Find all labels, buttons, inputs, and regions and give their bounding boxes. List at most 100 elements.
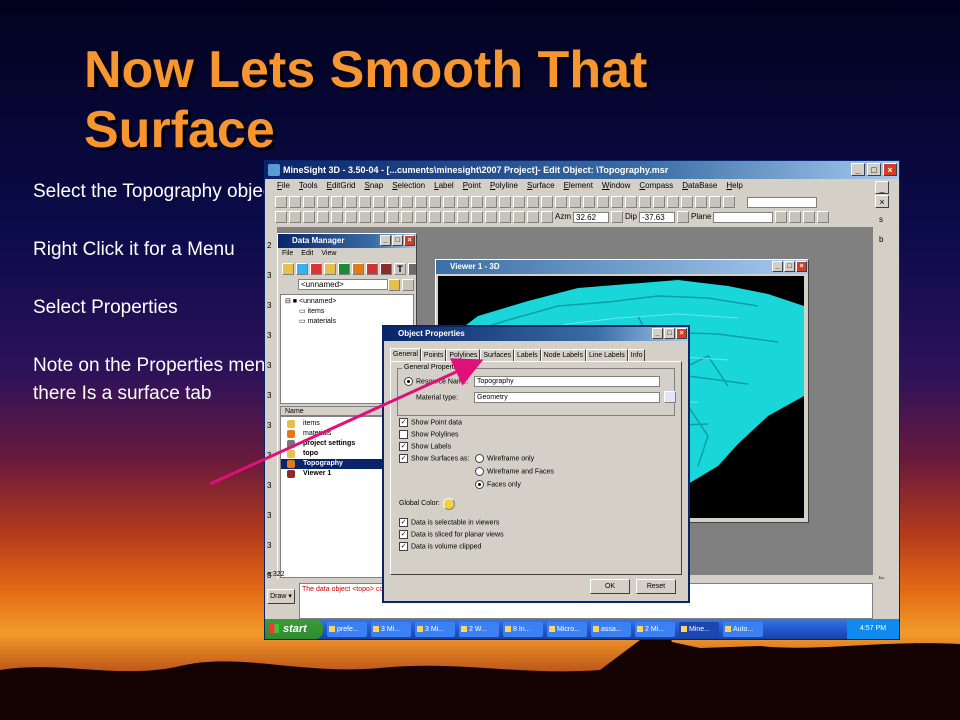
undo-icon[interactable] [359, 196, 371, 208]
close-button[interactable]: × [404, 235, 415, 246]
tool-icon[interactable] [639, 196, 651, 208]
selectable-in-viewers-checkbox[interactable]: ✓ Data is selectable in viewers [399, 518, 499, 528]
tool-icon[interactable] [653, 196, 665, 208]
tool-icon[interactable] [317, 211, 329, 223]
minimize-button[interactable]: _ [772, 261, 783, 272]
maximize-button[interactable]: □ [392, 235, 403, 246]
tool-icon[interactable] [625, 196, 637, 208]
draw-button[interactable]: Draw ▾ [267, 589, 295, 604]
taskbar-item[interactable]: assa... [591, 621, 631, 637]
taskbar-item[interactable]: 2 W... [459, 621, 499, 637]
grid-object-icon[interactable] [338, 263, 350, 275]
plane-select[interactable] [713, 211, 774, 223]
tool-icon[interactable] [681, 196, 693, 208]
taskbar-item[interactable]: 8 In... [503, 621, 543, 637]
help-icon[interactable] [331, 196, 343, 208]
menu-database[interactable]: DataBase [682, 179, 717, 193]
tool-icon[interactable] [429, 196, 441, 208]
data-manager-titlebar[interactable]: Data Manager _ □ × [278, 234, 416, 248]
viewer-icon[interactable] [380, 263, 392, 275]
new-icon[interactable] [275, 196, 287, 208]
open-icon[interactable] [289, 196, 301, 208]
tool-icon[interactable] [611, 196, 623, 208]
maximize-button[interactable]: □ [867, 163, 881, 176]
grid-icon[interactable] [387, 196, 399, 208]
menu-polyline[interactable]: Polyline [490, 179, 518, 193]
tool-icon[interactable] [485, 211, 497, 223]
material-type-radio[interactable]: Material type: [404, 393, 458, 403]
wireframe-and-faces-radio[interactable]: Wireframe and Faces [475, 467, 554, 477]
tool-icon[interactable] [541, 211, 553, 223]
add-icon[interactable] [296, 263, 308, 275]
tab-points[interactable]: Points [420, 349, 447, 361]
tool-icon[interactable] [597, 196, 609, 208]
tool-icon[interactable] [499, 211, 511, 223]
close-button[interactable]: × [796, 261, 807, 272]
save-icon[interactable] [402, 279, 414, 291]
azm-input[interactable]: 32.62 [573, 211, 609, 223]
taskbar-item[interactable]: prefe... [327, 621, 367, 637]
delete-icon[interactable] [401, 196, 413, 208]
menu-element[interactable]: Element [564, 179, 593, 193]
maximize-button[interactable]: □ [664, 328, 675, 339]
folder-icon[interactable] [282, 263, 294, 275]
menu-compass[interactable]: Compass [639, 179, 673, 193]
tool-icon[interactable] [583, 196, 595, 208]
text-icon[interactable]: T [394, 263, 406, 275]
tab-polylines[interactable]: Polylines [446, 349, 481, 361]
wireframe-only-radio[interactable]: Wireframe only [475, 454, 534, 464]
properties-icon[interactable] [366, 263, 378, 275]
dm-menu-edit[interactable]: Edit [301, 250, 313, 257]
tool-icon[interactable] [555, 196, 567, 208]
tool-icon[interactable] [709, 196, 721, 208]
tab-node-labels[interactable]: Node Labels [540, 349, 586, 361]
show-polylines-checkbox[interactable]: Show Polylines [399, 430, 458, 440]
tool-icon[interactable] [457, 211, 469, 223]
dialog-titlebar[interactable]: Object Properties _ □ × [384, 327, 688, 341]
tool-icon[interactable] [803, 211, 816, 223]
tool-icon[interactable] [485, 196, 497, 208]
mdi-close-button[interactable]: × [875, 195, 889, 208]
dm-menu-view[interactable]: View [321, 250, 336, 257]
open-folder-icon[interactable] [388, 279, 400, 291]
minimize-button[interactable]: _ [851, 163, 865, 176]
tool-icon[interactable] [513, 196, 525, 208]
resource-name-radio[interactable]: Resource Name: [404, 377, 469, 387]
ok-button[interactable]: OK [590, 579, 630, 594]
spin-icon[interactable] [677, 211, 690, 223]
tool-icon[interactable] [401, 211, 413, 223]
taskbar-item[interactable]: 3 Mi... [415, 621, 455, 637]
menu-selection[interactable]: Selection [392, 179, 425, 193]
tool-icon[interactable] [513, 211, 525, 223]
palette-icon[interactable] [443, 498, 455, 510]
delete-icon[interactable] [408, 263, 416, 275]
tool-icon[interactable] [415, 196, 427, 208]
tree-node-materials[interactable]: ▭ materials [299, 317, 336, 327]
show-surfaces-checkbox[interactable]: ✓ Show Surfaces as: [399, 454, 469, 464]
tool-icon[interactable] [373, 211, 385, 223]
tool-icon[interactable] [723, 196, 735, 208]
mdi-minimize-button[interactable]: _ [875, 181, 889, 194]
menu-surface[interactable]: Surface [527, 179, 555, 193]
tool-icon[interactable] [387, 211, 399, 223]
surface-icon[interactable] [324, 263, 336, 275]
show-labels-checkbox[interactable]: ✓ Show Labels [399, 442, 451, 452]
tool-icon[interactable] [789, 211, 802, 223]
dm-path-input[interactable]: <unnamed> [298, 279, 388, 290]
minimize-button[interactable]: _ [380, 235, 391, 246]
tool-icon[interactable] [817, 211, 830, 223]
taskbar-item-active[interactable]: Mine... [679, 621, 719, 637]
tab-labels[interactable]: Labels [514, 349, 541, 361]
menu-file[interactable]: File [277, 179, 290, 193]
geometry-icon[interactable] [310, 263, 322, 275]
tree-node-items[interactable]: ▭ items [299, 307, 324, 317]
tab-line-labels[interactable]: Line Labels [585, 349, 628, 361]
tool-icon[interactable] [569, 196, 581, 208]
material-type-field[interactable]: Geometry [474, 392, 660, 403]
zoom-out-icon[interactable] [303, 211, 315, 223]
tree-root[interactable]: ⊟ ■ <unnamed> [285, 297, 336, 307]
tool-icon[interactable] [429, 211, 441, 223]
tool-icon[interactable] [541, 196, 553, 208]
dm-menu-file[interactable]: File [282, 250, 293, 257]
minimize-button[interactable]: _ [652, 328, 663, 339]
